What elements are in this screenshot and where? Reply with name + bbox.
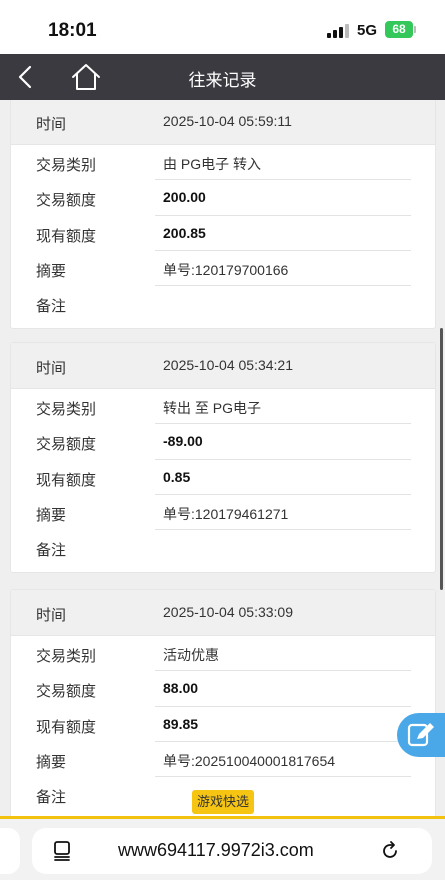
battery-icon: 68 (385, 21, 413, 38)
record-time-row: 时间 2025-10-04 05:59:11 (11, 100, 435, 145)
edit-icon (407, 723, 434, 747)
note-row: 备注 (11, 286, 435, 328)
amount-value: -89.00 (163, 433, 203, 450)
type-row: 交易类别 由 PG电子 转入 (11, 145, 435, 181)
summary-value: 单号:202510040001817654 (163, 752, 336, 769)
url-text[interactable]: www694117.9972i3.com (118, 840, 314, 861)
amount-label: 交易额度 (36, 192, 97, 210)
balance-label: 现有额度 (36, 471, 97, 489)
tabs-icon[interactable] (50, 839, 74, 863)
balance-row: 现有额度 200.85 (11, 216, 435, 251)
type-label: 交易类别 (36, 648, 97, 665)
amount-value: 88.00 (163, 680, 199, 697)
summary-value: 单号:120179461271 (163, 505, 289, 522)
record-card: 时间 2025-10-04 05:34:21 交易类别 转出 至 PG电子 交易… (10, 342, 436, 574)
balance-value: 89.85 (163, 715, 199, 732)
type-label: 交易类别 (36, 401, 97, 418)
previous-tab-button[interactable] (0, 828, 20, 874)
time-label: 时间 (36, 607, 67, 624)
summary-row: 摘要 单号:120179461271 (11, 495, 435, 531)
amount-row: 交易额度 -89.00 (11, 424, 435, 460)
amount-label: 交易额度 (36, 683, 97, 701)
time-value: 2025-10-04 05:59:11 (163, 113, 292, 129)
time-value: 2025-10-04 05:34:21 (163, 357, 293, 373)
note-label: 备注 (36, 789, 67, 807)
time-label: 时间 (36, 360, 67, 377)
balance-label: 现有额度 (36, 227, 97, 245)
summary-value: 单号:120179700166 (163, 261, 289, 278)
balance-label: 现有额度 (36, 718, 97, 736)
type-value: 转出 至 PG电子 (163, 400, 262, 416)
status-time: 18:01 (48, 20, 97, 41)
page-title: 往来记录 (188, 71, 257, 90)
nav-bar: 往来记录 (0, 54, 445, 100)
edit-button[interactable] (397, 713, 445, 757)
summary-label: 摘要 (36, 506, 67, 524)
records-list[interactable]: 时间 2025-10-04 05:59:11 交易类别 由 PG电子 转入 交易… (0, 100, 445, 816)
game-quick-button[interactable]: 游戏快选 (192, 790, 255, 814)
type-value: 由 PG电子 转入 (163, 156, 262, 172)
status-bar: 18:01 5G 68 (0, 0, 445, 54)
network-label: 5G (357, 22, 378, 39)
type-row: 交易类别 转出 至 PG电子 (11, 389, 435, 425)
amount-value: 200.00 (163, 189, 206, 206)
type-row: 交易类别 活动优惠 (11, 636, 435, 672)
time-label: 时间 (36, 116, 67, 133)
note-label: 备注 (36, 298, 67, 316)
type-value: 活动优惠 (163, 647, 219, 663)
note-row: 备注 (11, 530, 435, 572)
signal-icon (327, 24, 349, 38)
record-time-row: 时间 2025-10-04 05:34:21 (11, 343, 435, 389)
battery-tip (414, 26, 416, 33)
amount-row: 交易额度 88.00 (11, 671, 435, 707)
summary-row: 摘要 单号:202510040001817654 (11, 742, 435, 778)
browser-toolbar: www694117.9972i3.com (0, 816, 445, 880)
summary-row: 摘要 单号:120179700166 (11, 251, 435, 287)
balance-value: 0.85 (163, 468, 191, 485)
summary-label: 摘要 (36, 262, 67, 280)
note-label: 备注 (36, 542, 67, 560)
type-label: 交易类别 (36, 157, 97, 174)
address-bar[interactable]: www694117.9972i3.com (32, 828, 432, 874)
time-value: 2025-10-04 05:33:09 (163, 604, 293, 620)
scrollbar[interactable] (440, 328, 443, 590)
amount-label: 交易额度 (36, 436, 97, 454)
record-card: 时间 2025-10-04 05:33:09 交易类别 活动优惠 交易额度 88… (10, 589, 436, 816)
record-time-row: 时间 2025-10-04 05:33:09 (11, 590, 435, 636)
record-card: 时间 2025-10-04 05:59:11 交易类别 由 PG电子 转入 交易… (10, 100, 436, 330)
balance-row: 现有额度 89.85 (11, 707, 435, 742)
summary-label: 摘要 (36, 753, 67, 771)
balance-row: 现有额度 0.85 (11, 460, 435, 495)
reload-icon[interactable] (378, 839, 402, 863)
balance-value: 200.85 (163, 224, 206, 241)
amount-row: 交易额度 200.00 (11, 180, 435, 216)
